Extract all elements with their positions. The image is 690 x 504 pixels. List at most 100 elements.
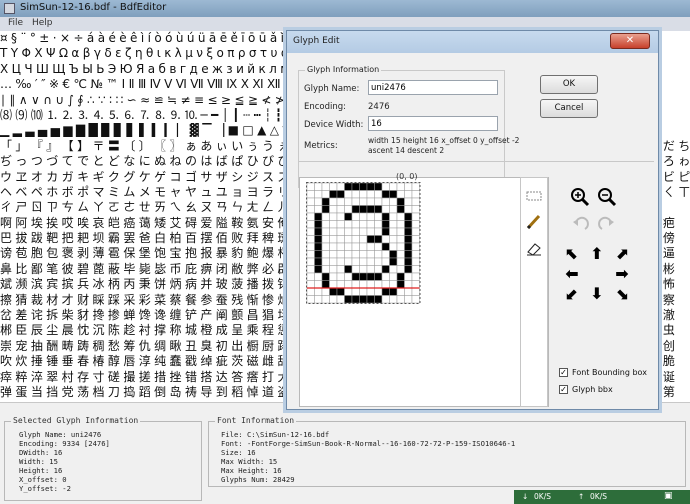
menu-help[interactable]: Help — [32, 18, 53, 28]
bitmap-pixel[interactable] — [306, 280, 315, 289]
bitmap-pixel[interactable] — [404, 257, 413, 266]
move-down-right-icon[interactable]: ⬊ — [613, 285, 631, 303]
bitmap-pixel[interactable] — [366, 205, 375, 214]
bitmap-pixel[interactable] — [389, 250, 398, 259]
bitmap-pixel[interactable] — [329, 190, 338, 199]
bitmap-pixel[interactable] — [389, 235, 398, 244]
zoom-out-icon[interactable] — [597, 187, 617, 207]
bitmap-pixel[interactable] — [329, 242, 338, 251]
bitmap-pixel[interactable] — [404, 182, 413, 191]
bitmap-pixel[interactable] — [351, 235, 360, 244]
bitmap-pixel[interactable] — [374, 212, 383, 221]
bitmap-pixel[interactable] — [411, 287, 420, 296]
bitmap-pixel[interactable] — [404, 287, 413, 296]
bitmap-pixel[interactable] — [344, 242, 353, 251]
move-up-icon[interactable]: ⬆ — [588, 245, 606, 263]
bitmap-pixel[interactable] — [381, 250, 390, 259]
bitmap-pixel[interactable] — [396, 265, 405, 274]
bitmap-pixel[interactable] — [411, 257, 420, 266]
bitmap-pixel[interactable] — [411, 182, 420, 191]
bitmap-pixel[interactable] — [359, 257, 368, 266]
bitmap-pixel[interactable] — [381, 205, 390, 214]
bitmap-pixel[interactable] — [389, 205, 398, 214]
pencil-tool-icon[interactable] — [524, 212, 544, 232]
bitmap-pixel[interactable] — [374, 295, 383, 304]
bitmap-pixel[interactable] — [366, 220, 375, 229]
bitmap-pixel[interactable] — [344, 190, 353, 199]
bitmap-pixel[interactable] — [389, 265, 398, 274]
bitmap-pixel[interactable] — [366, 227, 375, 236]
bitmap-pixel[interactable] — [336, 250, 345, 259]
bitmap-pixel[interactable] — [351, 287, 360, 296]
bitmap-pixel[interactable] — [366, 287, 375, 296]
bitmap-pixel[interactable] — [396, 197, 405, 206]
bitmap-pixel[interactable] — [314, 257, 323, 266]
bitmap-pixel[interactable] — [366, 182, 375, 191]
menu-file[interactable]: File — [8, 18, 23, 28]
bitmap-pixel[interactable] — [351, 197, 360, 206]
bitmap-pixel[interactable] — [314, 287, 323, 296]
cancel-button[interactable]: Cancel — [540, 99, 598, 118]
bitmap-pixel[interactable] — [411, 280, 420, 289]
bitmap-pixel[interactable] — [329, 227, 338, 236]
bitmap-pixel[interactable] — [336, 190, 345, 199]
bitmap-pixel[interactable] — [306, 295, 315, 304]
bitmap-pixel[interactable] — [314, 197, 323, 206]
tray-icon[interactable]: ▣ — [664, 491, 673, 501]
bitmap-pixel[interactable] — [306, 182, 315, 191]
bitmap-pixel[interactable] — [306, 220, 315, 229]
bitmap-pixel[interactable] — [351, 220, 360, 229]
bitmap-pixel[interactable] — [381, 280, 390, 289]
bitmap-pixel[interactable] — [306, 272, 315, 281]
bitmap-pixel[interactable] — [411, 242, 420, 251]
bitmap-pixel[interactable] — [374, 190, 383, 199]
bitmap-pixel[interactable] — [329, 235, 338, 244]
bitmap-pixel[interactable] — [411, 295, 420, 304]
bitmap-pixel[interactable] — [351, 190, 360, 199]
bitmap-pixel[interactable] — [321, 212, 330, 221]
bitmap-pixel[interactable] — [381, 295, 390, 304]
bitmap-pixel[interactable] — [306, 250, 315, 259]
bitmap-pixel[interactable] — [344, 182, 353, 191]
bitmap-pixel[interactable] — [329, 182, 338, 191]
bitmap-pixel[interactable] — [411, 197, 420, 206]
bitmap-pixel[interactable] — [329, 220, 338, 229]
bitmap-pixel[interactable] — [381, 272, 390, 281]
bitmap-pixel[interactable] — [336, 205, 345, 214]
bitmap-pixel[interactable] — [306, 197, 315, 206]
bitmap-pixel[interactable] — [366, 212, 375, 221]
bitmap-pixel[interactable] — [374, 257, 383, 266]
bitmap-pixel[interactable] — [359, 182, 368, 191]
bitmap-pixel[interactable] — [314, 190, 323, 199]
bitmap-pixel[interactable] — [404, 242, 413, 251]
bitmap-pixel[interactable] — [404, 295, 413, 304]
bitmap-pixel[interactable] — [411, 205, 420, 214]
bitmap-pixel[interactable] — [396, 250, 405, 259]
bitmap-pixel[interactable] — [411, 265, 420, 274]
bitmap-pixel[interactable] — [366, 265, 375, 274]
bitmap-pixel[interactable] — [344, 272, 353, 281]
move-down-icon[interactable]: ⬇ — [588, 285, 606, 303]
bitmap-pixel[interactable] — [321, 265, 330, 274]
bitmap-pixel[interactable] — [359, 220, 368, 229]
bitmap-pixel[interactable] — [359, 242, 368, 251]
bitmap-pixel[interactable] — [381, 265, 390, 274]
bitmap-pixel[interactable] — [351, 295, 360, 304]
bitmap-pixel[interactable] — [344, 205, 353, 214]
bitmap-pixel[interactable] — [404, 197, 413, 206]
bitmap-pixel[interactable] — [359, 197, 368, 206]
bitmap-pixel[interactable] — [329, 287, 338, 296]
bitmap-pixel[interactable] — [344, 280, 353, 289]
bitmap-pixel[interactable] — [336, 212, 345, 221]
bitmap-pixel[interactable] — [381, 212, 390, 221]
move-up-left-icon[interactable]: ⬉ — [563, 245, 581, 263]
bitmap-pixel[interactable] — [344, 227, 353, 236]
zoom-in-icon[interactable] — [570, 187, 590, 207]
bitmap-pixel[interactable] — [389, 257, 398, 266]
bitmap-pixel[interactable] — [359, 212, 368, 221]
bitmap-pixel[interactable] — [389, 197, 398, 206]
bitmap-pixel[interactable] — [306, 190, 315, 199]
bitmap-pixel[interactable] — [404, 265, 413, 274]
font-bbox-checkbox[interactable]: ✓ — [559, 368, 568, 377]
glyph-bitmap-grid[interactable] — [306, 182, 423, 306]
